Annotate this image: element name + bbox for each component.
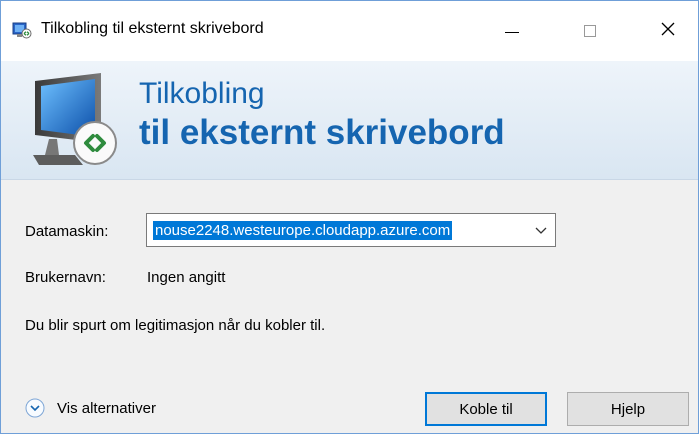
window-title: Tilkobling til eksternt skrivebord xyxy=(41,20,264,37)
computer-combobox[interactable]: nouse2248.westeurope.cloudapp.azure.com xyxy=(146,213,556,247)
show-options-label[interactable]: Vis alternativer xyxy=(57,400,156,417)
close-icon xyxy=(660,21,676,42)
rdp-window: Tilkobling til eksternt skrivebord Tilko… xyxy=(0,0,699,434)
chevron-down-icon[interactable] xyxy=(533,222,549,238)
expand-circle-icon[interactable] xyxy=(25,398,45,418)
remote-desktop-icon xyxy=(12,21,32,39)
monitor-remote-icon xyxy=(31,69,125,173)
title-bar[interactable]: Tilkobling til eksternt skrivebord xyxy=(1,1,698,61)
maximize-icon xyxy=(584,25,596,37)
minimize-icon xyxy=(505,31,519,33)
header-banner: Tilkobling til eksternt skrivebord xyxy=(1,61,698,180)
banner-title-line1: Tilkobling xyxy=(139,77,265,110)
username-value: Ingen angitt xyxy=(147,269,226,286)
username-label: Brukernavn: xyxy=(25,269,106,286)
minimize-button[interactable] xyxy=(489,11,535,51)
computer-input[interactable]: nouse2248.westeurope.cloudapp.azure.com xyxy=(153,221,453,240)
connect-button[interactable]: Koble til xyxy=(425,392,547,426)
maximize-button[interactable] xyxy=(567,11,613,51)
dialog-body: Datamaskin: nouse2248.westeurope.cloudap… xyxy=(1,180,698,433)
close-button[interactable] xyxy=(645,11,691,51)
credentials-info-text: Du blir spurt om legitimasjon når du kob… xyxy=(25,317,326,334)
help-button[interactable]: Hjelp xyxy=(567,392,689,426)
computer-label: Datamaskin: xyxy=(25,223,109,240)
show-options-toggle[interactable]: Vis alternativer xyxy=(25,397,156,419)
banner-title-line2: til eksternt skrivebord xyxy=(139,113,505,152)
